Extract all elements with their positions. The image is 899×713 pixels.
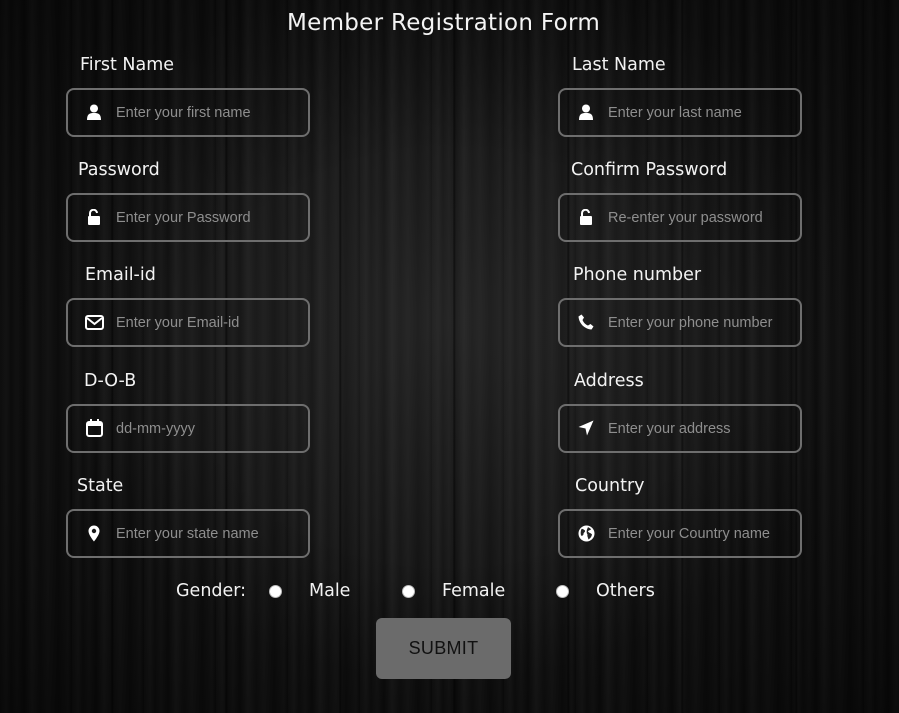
last-name-label: Last Name	[572, 55, 666, 75]
country-field[interactable]	[558, 509, 802, 558]
email-input[interactable]	[116, 300, 302, 345]
gender-option-female-label[interactable]: Female	[442, 581, 505, 601]
email-label: Email-id	[85, 265, 156, 285]
calendar-icon	[84, 418, 104, 438]
gender-radio-others[interactable]	[556, 585, 569, 598]
country-label: Country	[575, 476, 645, 496]
gender-option-others-label[interactable]: Others	[596, 581, 655, 601]
envelope-icon	[84, 312, 104, 332]
password-input[interactable]	[116, 195, 302, 240]
email-field[interactable]	[66, 298, 310, 347]
unlock-icon	[576, 207, 596, 227]
unlock-icon	[84, 207, 104, 227]
form-title: Member Registration Form	[286, 10, 601, 36]
dob-label: D-O-B	[84, 371, 137, 391]
password-label: Password	[78, 160, 160, 180]
globe-icon	[576, 523, 596, 543]
user-icon	[576, 102, 596, 122]
dob-field[interactable]	[66, 404, 310, 453]
phone-icon	[576, 312, 596, 332]
submit-button[interactable]: SUBMIT	[376, 618, 511, 679]
first-name-field[interactable]	[66, 88, 310, 137]
address-input[interactable]	[608, 406, 794, 451]
first-name-label: First Name	[80, 55, 175, 75]
phone-number-field[interactable]	[558, 298, 802, 347]
confirm-password-label: Confirm Password	[571, 160, 728, 180]
location-arrow-icon	[576, 418, 596, 438]
phone-number-input[interactable]	[608, 300, 794, 345]
address-field[interactable]	[558, 404, 802, 453]
dob-input[interactable]	[116, 406, 302, 451]
user-icon	[84, 102, 104, 122]
last-name-input[interactable]	[608, 90, 794, 135]
confirm-password-input[interactable]	[608, 195, 794, 240]
gender-option-male-label[interactable]: Male	[309, 581, 350, 601]
gender-radio-female[interactable]	[402, 585, 415, 598]
state-field[interactable]	[66, 509, 310, 558]
country-input[interactable]	[608, 511, 794, 556]
state-input[interactable]	[116, 511, 302, 556]
phone-number-label: Phone number	[573, 265, 702, 285]
last-name-field[interactable]	[558, 88, 802, 137]
first-name-input[interactable]	[116, 90, 302, 135]
confirm-password-field[interactable]	[558, 193, 802, 242]
state-label: State	[77, 476, 124, 496]
gender-radio-male[interactable]	[269, 585, 282, 598]
password-field[interactable]	[66, 193, 310, 242]
address-label: Address	[574, 371, 644, 391]
map-pin-icon	[84, 523, 104, 543]
gender-label: Gender:	[176, 581, 247, 601]
